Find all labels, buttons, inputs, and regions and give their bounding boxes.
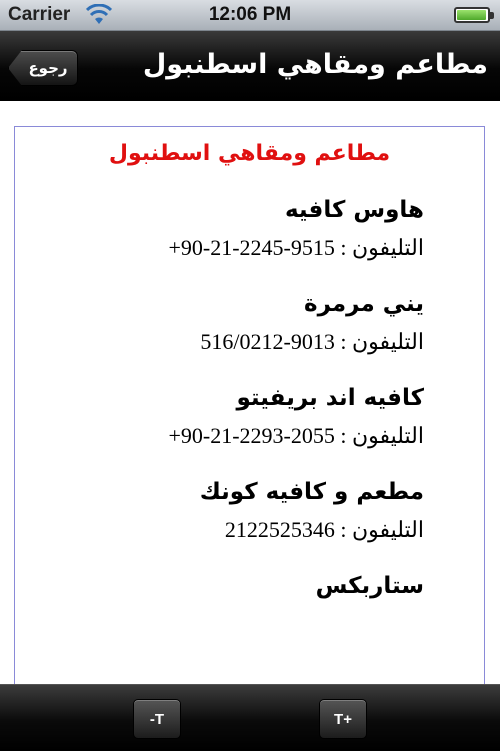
phone-number: +90-21-2245-9515 — [168, 235, 335, 260]
venue-name: ستاربكس — [315, 573, 424, 599]
page-title: مطاعم ومقاهي اسطنبول — [142, 49, 488, 80]
phone-number: 516/0212-9013 — [200, 329, 335, 354]
increase-text-size-button[interactable]: T+ — [319, 699, 367, 739]
list-item: ستاربكس — [15, 571, 484, 601]
phone-label: التليفون : — [340, 423, 424, 448]
venue-phone: التليفون : +90-21-2293-2055 — [25, 421, 424, 451]
venue-phone: التليفون : 2122525346 — [25, 515, 424, 545]
venue-phone: التليفون : 516/0212-9013 — [25, 327, 424, 357]
list-item: كافيه اند بريفيتو التليفون : +90-21-2293… — [15, 383, 484, 451]
venue-phone: التليفون : +90-21-2245-9515 — [25, 233, 424, 263]
navigation-bar: رجوع مطاعم ومقاهي اسطنبول — [0, 31, 500, 101]
venue-name: هاوس كافيه — [284, 197, 424, 223]
status-bar: Carrier 12:06 PM — [0, 0, 500, 31]
venue-name: مطعم و كافيه كونك — [199, 479, 424, 505]
battery-icon — [454, 7, 494, 23]
content-heading: مطاعم ومقاهي اسطنبول — [108, 141, 391, 166]
list-item: يني مرمرة التليفون : 516/0212-9013 — [15, 289, 484, 357]
venue-name: كافيه اند بريفيتو — [236, 385, 424, 411]
bottom-toolbar: -T T+ — [0, 684, 500, 751]
status-time: 12:06 PM — [208, 4, 292, 25]
list-item: هاوس كافيه التليفون : +90-21-2245-9515 — [15, 195, 484, 263]
phone-label: التليفون : — [340, 329, 424, 354]
content-panel[interactable]: مطاعم ومقاهي اسطنبول هاوس كافيه التليفون… — [14, 126, 485, 686]
phone-number: 2122525346 — [224, 517, 335, 542]
list-item: مطعم و كافيه كونك التليفون : 2122525346 — [15, 477, 484, 545]
back-button[interactable]: رجوع — [8, 50, 78, 86]
phone-label: التليفون : — [340, 235, 424, 260]
decrease-text-size-button[interactable]: -T — [133, 699, 181, 739]
phone-label: التليفون : — [340, 517, 424, 542]
phone-number: +90-21-2293-2055 — [168, 423, 335, 448]
venue-name: يني مرمرة — [304, 291, 424, 317]
